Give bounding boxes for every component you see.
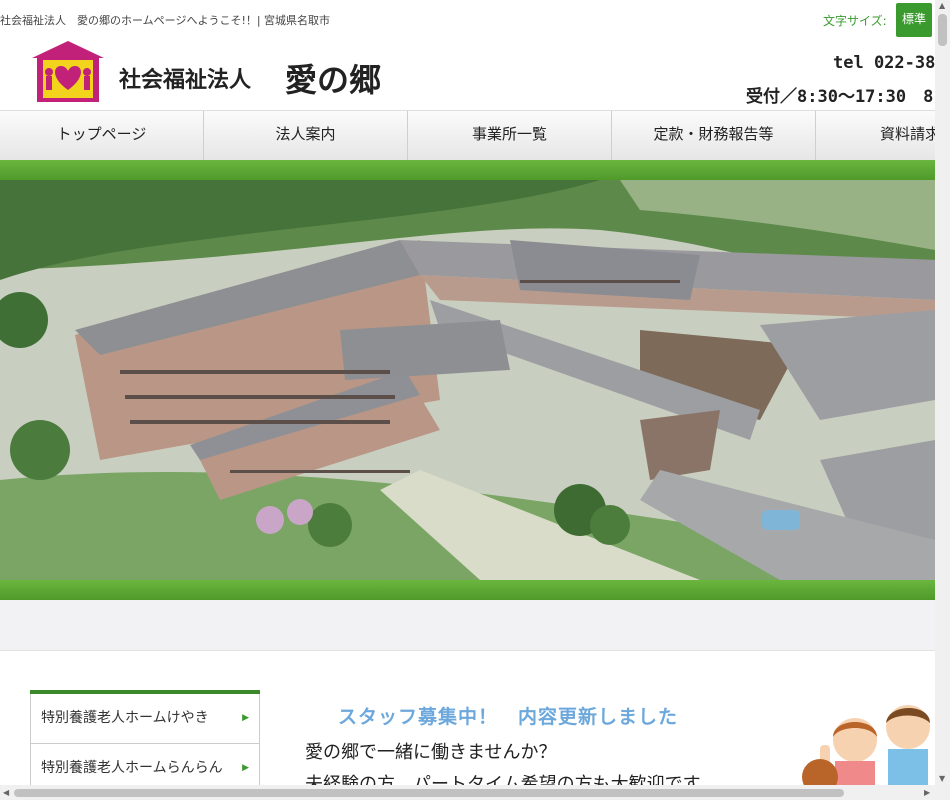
scroll-down-icon[interactable]: ▼	[939, 774, 945, 783]
scroll-up-icon[interactable]: ▲	[939, 1, 945, 10]
scrollbar-thumb[interactable]	[14, 789, 844, 797]
nav-item-request[interactable]: 資料請求に	[816, 111, 935, 161]
site-tagline: 社会福祉法人 愛の郷のホームページへようこそ!！| 宮城県名取市	[0, 14, 331, 27]
section-divider	[0, 600, 935, 651]
font-size-label: 文字サイズ:	[823, 14, 887, 28]
horizontal-scrollbar[interactable]: ◀ ▶	[0, 785, 935, 800]
nav-item-offices[interactable]: 事業所一覧	[408, 111, 612, 161]
nav-item-about[interactable]: 法人案内	[204, 111, 408, 161]
chevron-right-icon: ▶	[242, 713, 249, 723]
sidebar-item-keyaki[interactable]: 特別養護老人ホームけやき ▶	[30, 694, 260, 744]
phone-number: tel 022-38	[833, 53, 936, 73]
logo-corporation-text: 社会福祉法人	[119, 68, 252, 93]
hero-bottom-band	[0, 580, 935, 600]
scroll-left-icon[interactable]: ◀	[3, 788, 9, 797]
sidebar-menu: 特別養護老人ホームけやき ▶ 特別養護老人ホームらんらん ▶	[30, 690, 260, 794]
main-nav: トップページ 法人案内 事業所一覧 定款・財務報告等 資料請求に	[0, 110, 935, 161]
facility-illustration	[0, 180, 935, 580]
vertical-scrollbar[interactable]: ▲ ▼	[935, 0, 950, 800]
business-hours: 受付／8:30〜17:30 8	[746, 87, 934, 107]
logo-name-text: 愛の郷	[285, 61, 382, 99]
nav-item-finance[interactable]: 定款・財務報告等	[612, 111, 816, 161]
scrollbar-thumb[interactable]	[938, 14, 947, 46]
scroll-right-icon[interactable]: ▶	[924, 788, 930, 797]
hero-top-band	[0, 160, 935, 180]
nav-item-top[interactable]: トップページ	[0, 111, 204, 161]
staff-illustration-icon	[802, 705, 930, 785]
news-line: 愛の郷で一緒に働きませんか？	[305, 742, 557, 763]
news-title[interactable]: スタッフ募集中！ 内容更新しました	[338, 702, 678, 729]
sidebar-item-label: 特別養護老人ホームらんらん	[41, 760, 223, 776]
font-size-standard-button[interactable]: 標準	[896, 3, 932, 37]
sidebar-item-label: 特別養護老人ホームけやき	[41, 710, 209, 726]
hero-image	[0, 180, 935, 580]
house-heart-logo-icon[interactable]	[31, 40, 105, 104]
